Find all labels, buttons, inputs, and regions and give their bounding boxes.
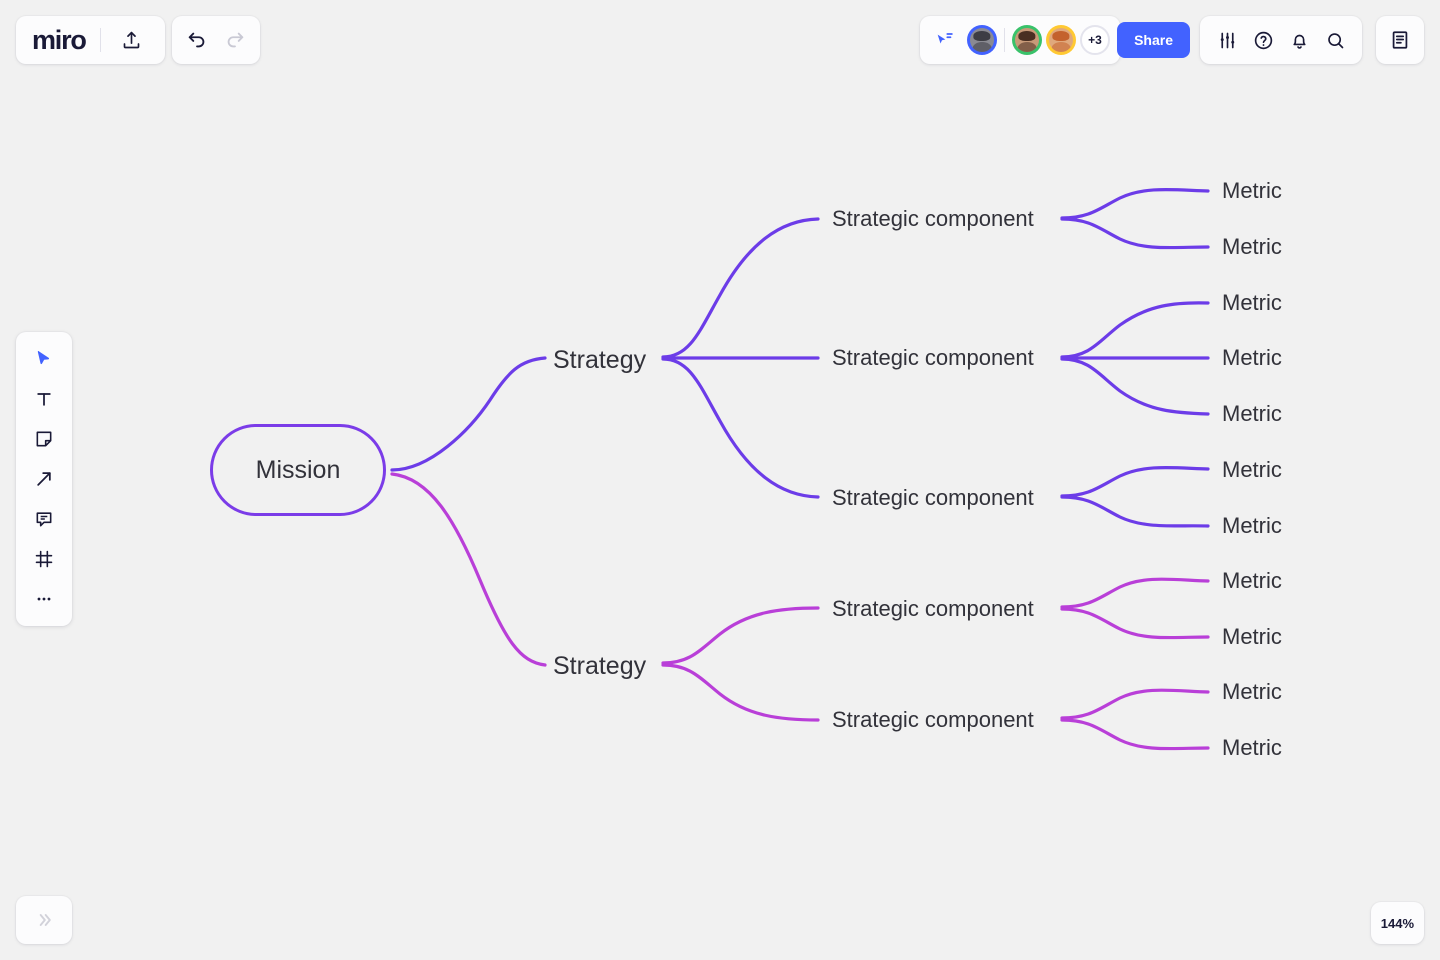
miro-board-app: Mission Strategy Strategic component Metri… [0, 0, 1440, 960]
mindmap-edge [1060, 688, 1210, 720]
mindmap-edge [390, 472, 547, 667]
mindmap-node-component[interactable]: Strategic component [832, 709, 1034, 731]
mindmap-node-metric[interactable]: Metric [1222, 515, 1282, 537]
search-icon[interactable] [1318, 23, 1352, 57]
avatar-photo [970, 28, 994, 52]
mindmap-edge [1060, 495, 1210, 528]
board-canvas[interactable]: Mission Strategy Strategic component Metri… [0, 0, 1440, 960]
mindmap-root-node[interactable]: Mission [210, 424, 386, 516]
mindmap-node-metric[interactable]: Metric [1222, 180, 1282, 202]
upload-icon[interactable] [115, 23, 149, 57]
mindmap-edge [1060, 301, 1210, 359]
help-circle-icon[interactable] [1246, 23, 1280, 57]
avatar-photo [1049, 28, 1073, 52]
mindmap-edge [390, 356, 547, 472]
mindmap-node-metric[interactable]: Metric [1222, 403, 1282, 425]
mindmap-edge [1060, 577, 1210, 609]
mindmap-edge [1060, 465, 1210, 498]
mindmap-edge [661, 217, 820, 359]
mindmap-edge [1060, 607, 1210, 640]
expand-panel-button[interactable] [16, 896, 72, 944]
divider [99, 28, 101, 52]
mindmap-node-strategy[interactable]: Strategy [553, 654, 646, 679]
mindmap-edge [661, 357, 820, 499]
bell-icon[interactable] [1282, 23, 1316, 57]
mindmap-node-metric[interactable]: Metric [1222, 570, 1282, 592]
avatar[interactable] [967, 25, 997, 55]
text-tool[interactable] [24, 382, 64, 416]
more-tools-button[interactable] [24, 582, 64, 616]
board-actions-bar [1200, 16, 1362, 64]
select-tool[interactable] [24, 342, 64, 376]
comment-tool[interactable] [24, 502, 64, 536]
mindmap-node-component[interactable]: Strategic component [832, 208, 1034, 230]
collaborators-bar: +3 [920, 16, 1120, 64]
mindmap-edge [1060, 187, 1210, 220]
mindmap-edge [661, 606, 820, 665]
mindmap-node-component[interactable]: Strategic component [832, 598, 1034, 620]
frame-tool[interactable] [24, 542, 64, 576]
history-toolbar [172, 16, 260, 64]
mindmap-node-metric[interactable]: Metric [1222, 681, 1282, 703]
avatar-overflow-count[interactable]: +3 [1080, 25, 1110, 55]
root-node-label: Mission [255, 455, 341, 484]
logo-toolbar: miro [16, 16, 165, 64]
avatar[interactable] [1012, 25, 1042, 55]
mindmap-edge [1060, 718, 1210, 751]
sticky-note-tool[interactable] [24, 422, 64, 456]
mindmap-edge [661, 663, 820, 722]
mindmap-node-component[interactable]: Strategic component [832, 347, 1034, 369]
mindmap-node-metric[interactable]: Metric [1222, 236, 1282, 258]
mindmap-node-metric[interactable]: Metric [1222, 626, 1282, 648]
undo-icon[interactable] [180, 23, 214, 57]
creation-toolbar [16, 332, 72, 626]
mindmap-node-strategy[interactable]: Strategy [553, 348, 646, 373]
sliders-icon[interactable] [1210, 23, 1244, 57]
mindmap-node-component[interactable]: Strategic component [832, 487, 1034, 509]
mindmap-node-metric[interactable]: Metric [1222, 737, 1282, 759]
redo-icon[interactable] [218, 23, 252, 57]
zoom-level-badge[interactable]: 144% [1370, 902, 1424, 944]
avatar-group: +3 [967, 25, 1110, 55]
mindmap-edge [1060, 357, 1210, 416]
mindmap-node-metric[interactable]: Metric [1222, 347, 1282, 369]
arrow-tool[interactable] [24, 462, 64, 496]
avatar[interactable] [1046, 25, 1076, 55]
notes-panel-bar [1376, 16, 1424, 64]
miro-logo[interactable]: miro [32, 26, 87, 54]
collaborator-cursor-icon[interactable] [932, 27, 958, 53]
share-button[interactable]: Share [1117, 22, 1190, 58]
mindmap-node-metric[interactable]: Metric [1222, 459, 1282, 481]
divider [1004, 28, 1005, 52]
document-panel-icon[interactable] [1383, 23, 1417, 57]
mindmap-node-metric[interactable]: Metric [1222, 292, 1282, 314]
avatar-photo [1015, 28, 1039, 52]
mindmap-edge [1060, 217, 1210, 250]
